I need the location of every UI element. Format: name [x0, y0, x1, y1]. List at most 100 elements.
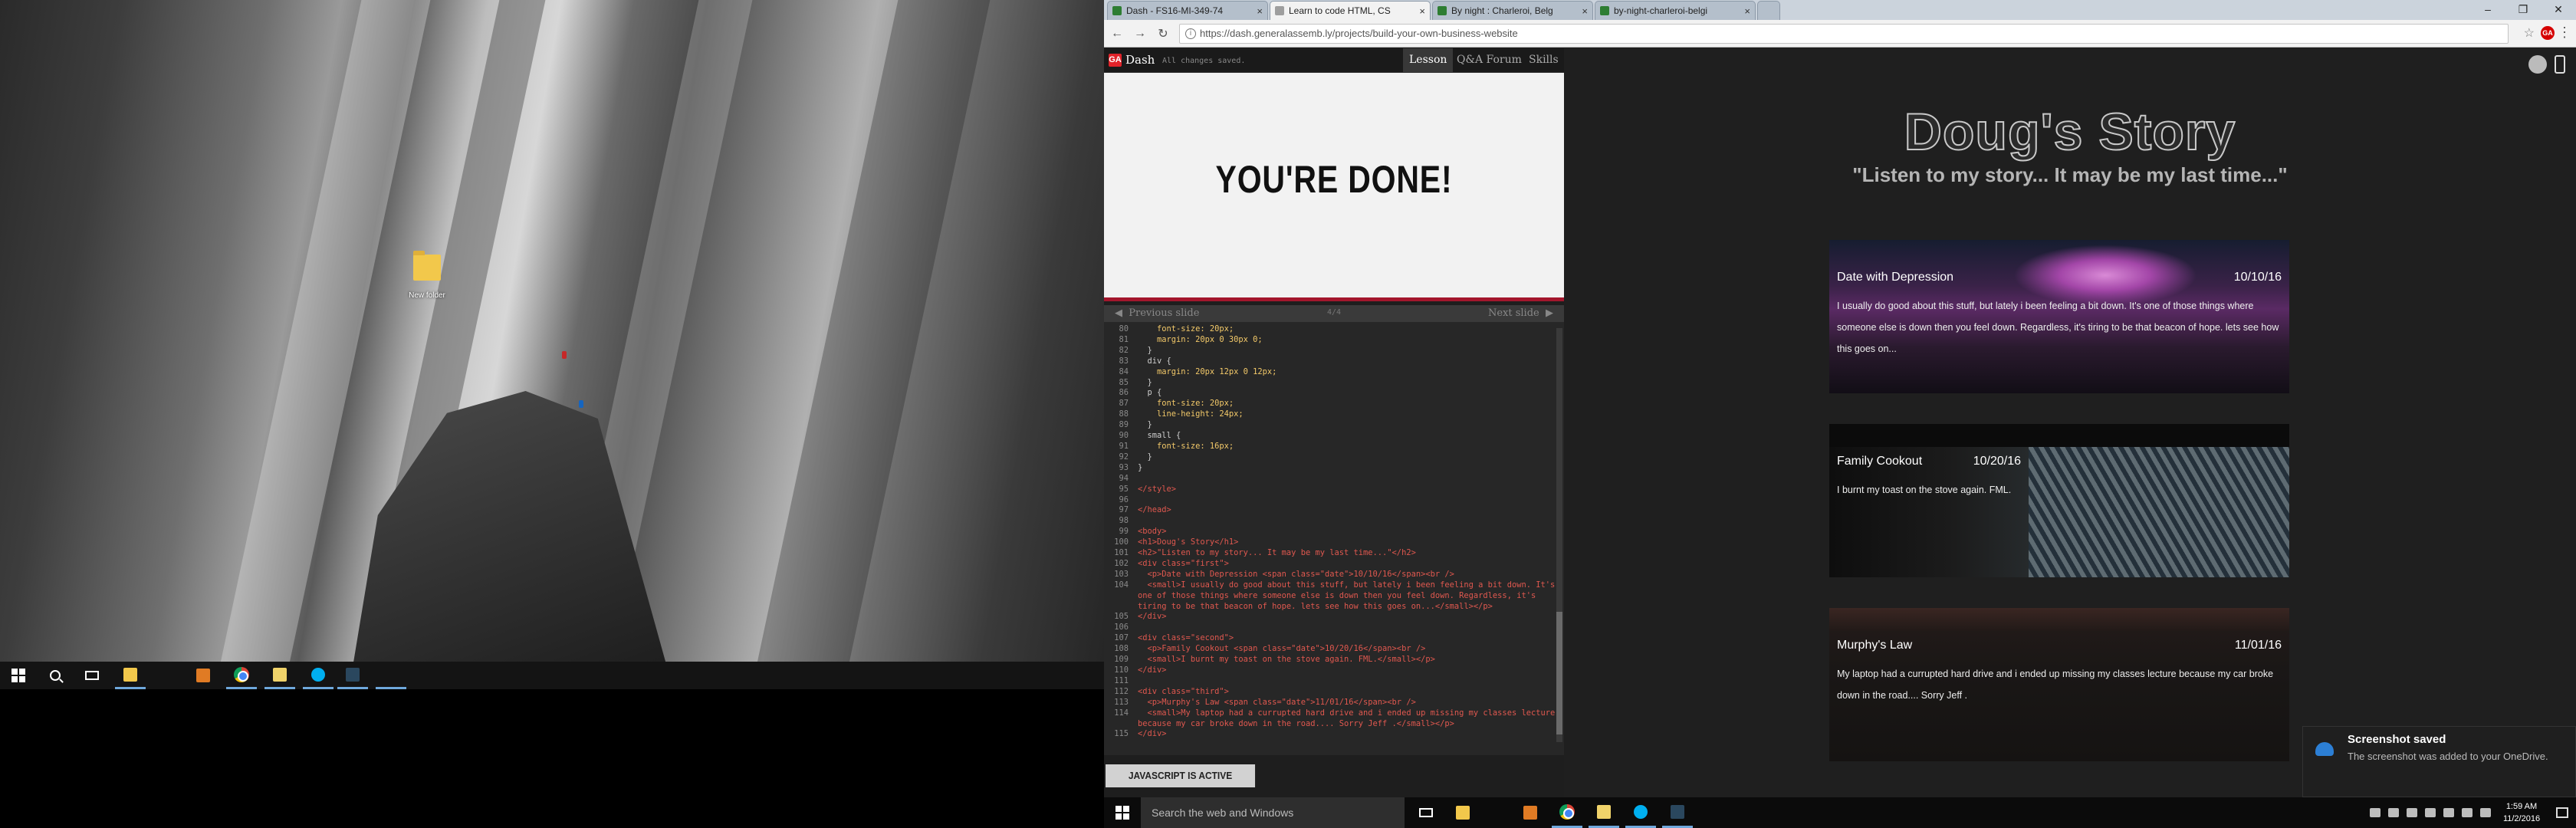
dash-title: Dash — [1125, 53, 1155, 67]
chevron-up-icon[interactable] — [2370, 808, 2380, 817]
address-bar[interactable]: i https://dash.generalassemb.ly/projects… — [1179, 24, 2509, 44]
line-number: 113 — [1114, 697, 1129, 707]
left-taskbar — [0, 662, 1104, 689]
task-view-button[interactable] — [1411, 797, 1441, 828]
start-button[interactable] — [3, 662, 34, 689]
action-center-button[interactable] — [2548, 797, 2576, 828]
screenshot-notification[interactable]: Screenshot saved The screenshot was adde… — [2302, 726, 2576, 797]
task-view-button[interactable] — [77, 662, 107, 689]
taskbar-file-explorer[interactable] — [115, 662, 146, 689]
start-button[interactable] — [1107, 797, 1138, 828]
extension-icon[interactable]: GA — [2541, 26, 2555, 40]
keyboard-icon[interactable] — [2480, 808, 2491, 817]
code-text: margin: 20px 0 30px 0; — [1138, 334, 1263, 344]
tab-by-night-charleroi[interactable]: By night : Charleroi, Belg × — [1432, 1, 1593, 20]
code-line: 101 <h2>"Listen to my story... It may be … — [1104, 548, 1556, 559]
tab-by-night-charleroi-belgi[interactable]: by-night-charleroi-belgi × — [1595, 1, 1756, 20]
url-text: https://dash.generalassemb.ly/projects/b… — [1200, 28, 1518, 39]
minimize-icon[interactable]: – — [2470, 0, 2505, 18]
tab-lesson[interactable]: Lesson — [1403, 48, 1454, 72]
code-text: <small>I burnt my toast on the stove aga… — [1138, 655, 1435, 665]
battery-icon[interactable] — [2462, 808, 2472, 817]
desktop-folder-icon[interactable] — [413, 251, 441, 281]
favicon-icon — [1600, 6, 1609, 15]
tab-qa-forum[interactable]: Q&A Forum — [1451, 48, 1528, 72]
clock[interactable]: 1:59 AM 11/2/2016 — [2495, 800, 2548, 825]
code-text: <p>Date with Depression <span class="dat… — [1138, 569, 1454, 579]
menu-icon[interactable]: ⋮ — [2558, 25, 2571, 41]
network-icon[interactable] — [2425, 808, 2436, 817]
taskbar-blank-app[interactable] — [376, 662, 406, 689]
taskbar-chrome[interactable] — [226, 662, 257, 689]
taskbar-skype[interactable] — [1625, 797, 1656, 828]
taskbar-steam[interactable] — [337, 662, 368, 689]
taskbar-chrome[interactable] — [1552, 797, 1582, 828]
tab-learn-to-code[interactable]: Learn to code HTML, CS × — [1270, 1, 1431, 20]
code-line: 83 div { — [1104, 356, 1556, 367]
back-icon[interactable]: ← — [1109, 25, 1125, 42]
taskbar-folder-2[interactable] — [1589, 797, 1619, 828]
next-slide-button[interactable]: Next slide ▶ — [1488, 307, 1553, 319]
volume-icon[interactable] — [2443, 808, 2454, 817]
code-text: <div class="third"> — [1138, 686, 1229, 696]
site-info-icon[interactable]: i — [1185, 28, 1196, 39]
taskbar-search-box[interactable]: Search the web and Windows — [1141, 797, 1405, 828]
toast-title: Screenshot saved — [2348, 733, 2446, 746]
line-number: 97 — [1119, 505, 1129, 515]
javascript-active-button[interactable]: JAVASCRIPT IS ACTIVE — [1106, 764, 1256, 787]
taskbar-skype[interactable] — [303, 662, 334, 689]
ga-logo-icon[interactable]: GA — [1109, 54, 1122, 67]
code-editor[interactable]: 80 font-size: 20px; 81 margin: 20px 0 30p… — [1104, 322, 1564, 755]
restore-icon[interactable]: ❐ — [2505, 0, 2541, 18]
editor-scrollbar-thumb[interactable] — [1556, 612, 1562, 734]
close-tab-icon[interactable]: × — [1582, 5, 1588, 17]
onedrive-cloud-icon — [2315, 742, 2334, 756]
desktop-view-icon[interactable] — [2528, 55, 2547, 74]
js-status-bar: JAVASCRIPT IS ACTIVE — [1104, 755, 1564, 797]
people-icon[interactable] — [2388, 808, 2399, 817]
line-number: 95 — [1119, 484, 1129, 494]
onedrive-icon[interactable] — [2407, 808, 2417, 817]
desktop-folder-label[interactable]: New folder — [399, 291, 455, 301]
bookmark-star-icon[interactable]: ☆ — [2524, 25, 2535, 41]
line-number: 105 — [1114, 612, 1129, 622]
line-number: 93 — [1119, 462, 1129, 472]
editor-scrollbar[interactable] — [1556, 328, 1562, 742]
system-tray: 1:59 AM 11/2/2016 — [2366, 797, 2576, 828]
taskbar-steam[interactable] — [1662, 797, 1693, 828]
taskbar-file-explorer[interactable] — [1447, 797, 1478, 828]
code-text: small { — [1138, 431, 1181, 441]
tab-skills[interactable]: Skills — [1523, 48, 1565, 72]
code-text: } — [1138, 420, 1152, 430]
card-title: Date with Depression — [1837, 271, 1954, 284]
chrome-window: Dash - FS16-MI-349-74 × Learn to code HT… — [1104, 0, 2576, 797]
tab-strip: Dash - FS16-MI-349-74 × Learn to code HT… — [1104, 0, 2576, 20]
code-line: 105 </div> — [1104, 612, 1556, 623]
card-date: 10/10/16 — [2233, 271, 2282, 284]
mobile-view-icon[interactable] — [2555, 55, 2565, 74]
close-window-icon[interactable]: ✕ — [2541, 0, 2576, 18]
story-card-second: Family Cookout 10/20/16 I burnt my toast… — [1829, 424, 2289, 577]
card-date: 11/01/16 — [2234, 639, 2282, 652]
lesson-slide: YOU'RE DONE! — [1104, 73, 1564, 301]
close-tab-icon[interactable]: × — [1744, 5, 1750, 17]
close-tab-icon[interactable]: × — [1419, 5, 1425, 17]
code-text: <small>My laptop had a currupted hard dr… — [1138, 708, 1556, 728]
taskbar-media-app[interactable] — [188, 662, 219, 689]
taskbar-media-app[interactable] — [1515, 797, 1546, 828]
code-line: 111 — [1104, 676, 1556, 687]
line-number: 87 — [1119, 399, 1129, 409]
code-line: 96 — [1104, 495, 1556, 506]
reload-icon[interactable]: ↻ — [1155, 25, 1171, 42]
new-tab-button[interactable] — [1757, 1, 1780, 20]
dash-panel: GA Dash All changes saved. Lesson Q&A Fo… — [1104, 48, 1564, 797]
taskbar-folder-2[interactable] — [264, 662, 295, 689]
search-button[interactable] — [40, 662, 71, 689]
close-tab-icon[interactable]: × — [1257, 5, 1263, 17]
search-icon — [50, 670, 61, 681]
code-line: 97 </head> — [1104, 505, 1556, 516]
line-number: 84 — [1119, 366, 1129, 376]
tab-dash[interactable]: Dash - FS16-MI-349-74 × — [1107, 1, 1268, 20]
forward-icon[interactable]: → — [1132, 25, 1148, 42]
